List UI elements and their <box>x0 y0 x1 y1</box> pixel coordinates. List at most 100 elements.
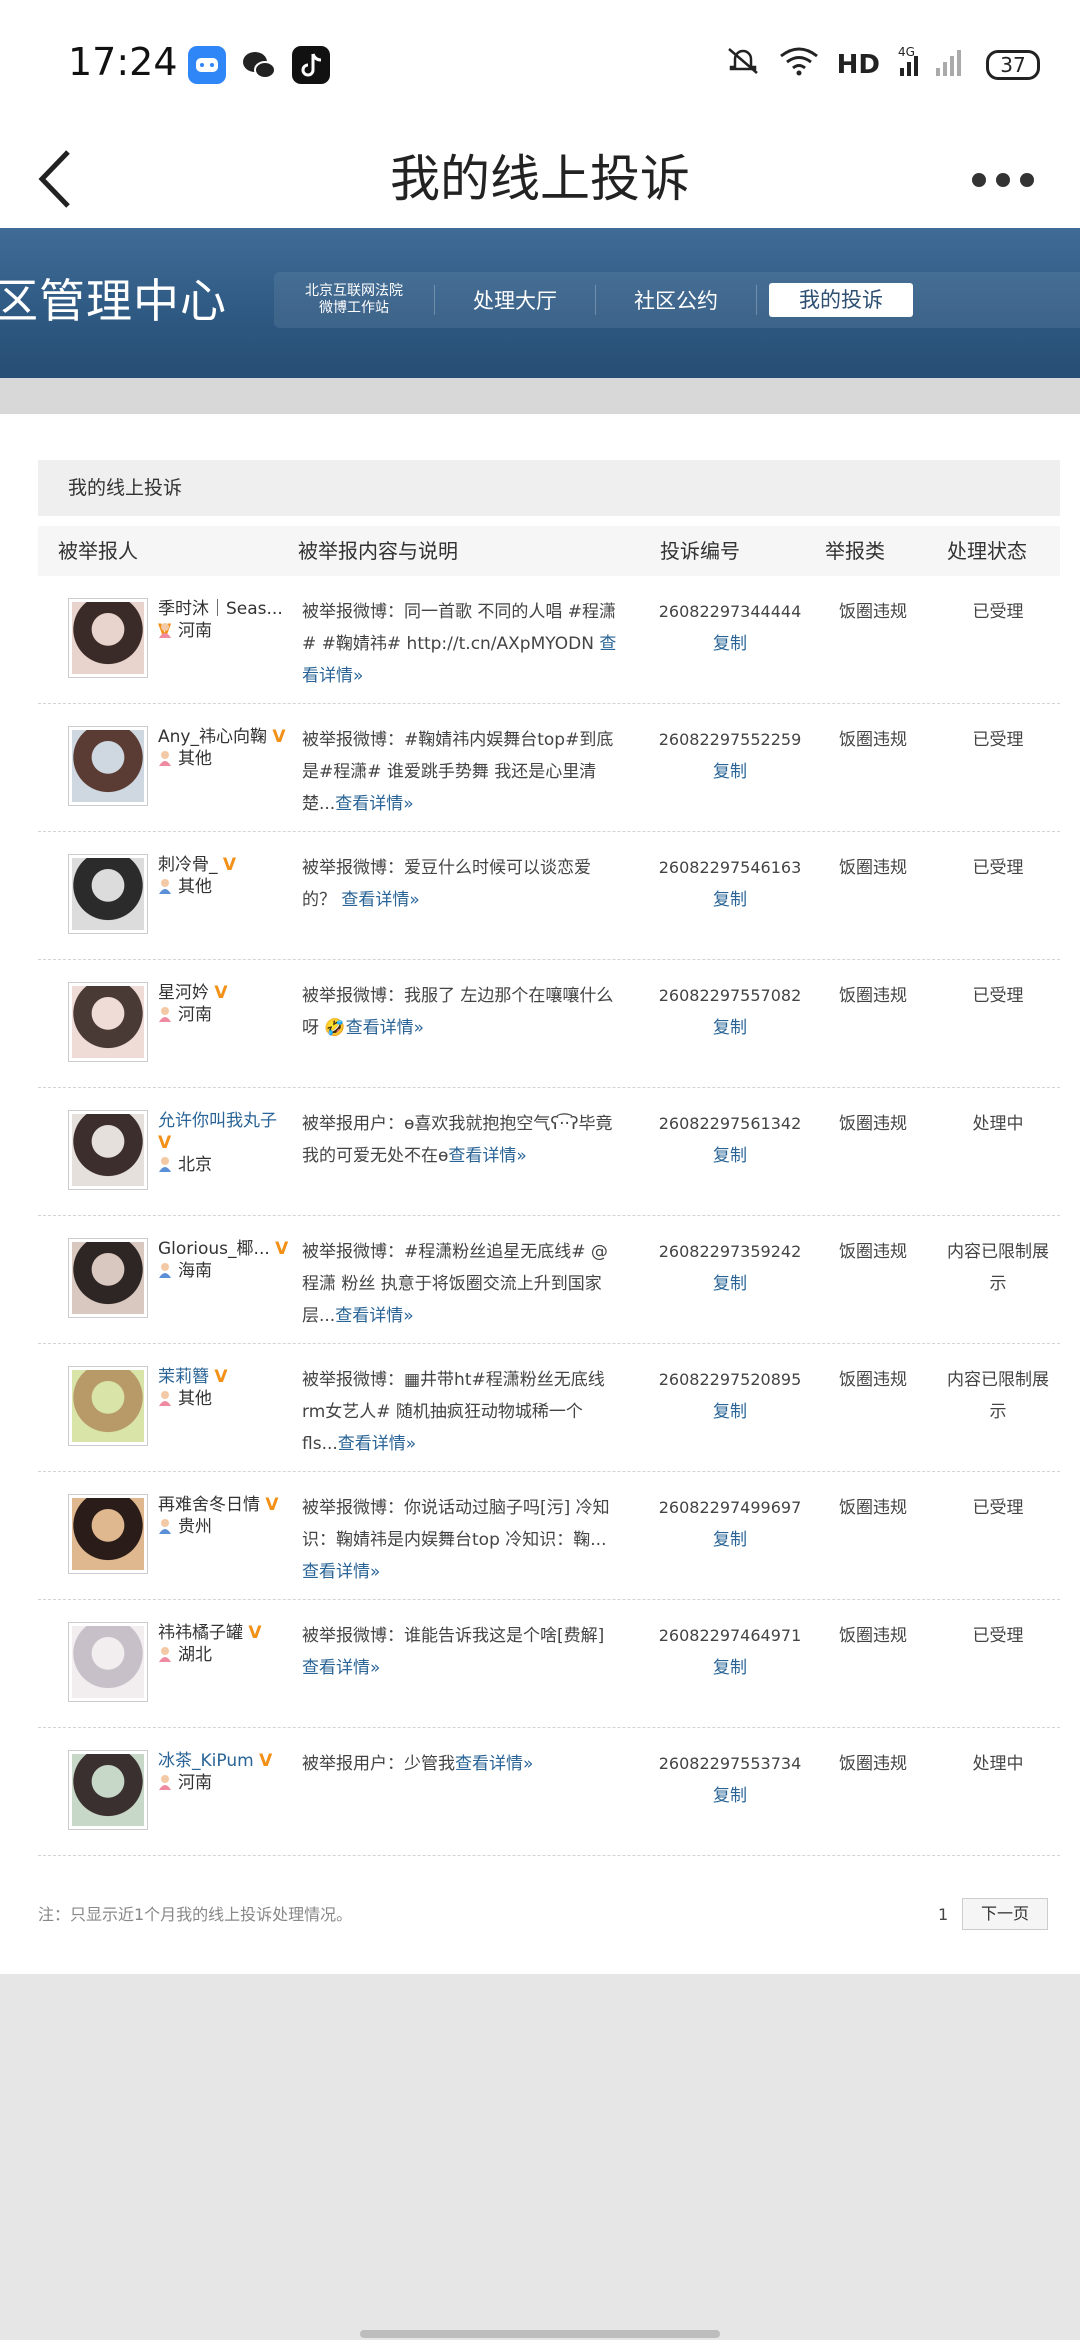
user-location: 其他 <box>158 748 212 770</box>
complaint-category: 饭圈违规 <box>839 730 907 750</box>
user-name-text[interactable]: 再难舍冬日情 <box>158 1495 260 1515</box>
nav-divider <box>756 285 757 315</box>
complaint-category: 饭圈违规 <box>839 1626 907 1646</box>
avatar[interactable] <box>68 726 148 806</box>
view-details-link[interactable]: 查看详情» <box>341 890 419 910</box>
reported-user-name[interactable]: 再难舍冬日情 V <box>158 1494 293 1516</box>
view-details-link[interactable]: 查看详情» <box>338 1434 416 1454</box>
complaint-content: 被举报微博：同一首歌 不同的人唱 #程潇# #鞠婧祎# http://t.cn/… <box>302 596 620 692</box>
complaint-number: 26082297553734 <box>658 1754 802 1773</box>
wechat-icon <box>240 46 278 84</box>
reported-user-name[interactable]: Any_祎心向鞠 V <box>158 726 293 748</box>
nav-court-line1: 北京互联网法院 <box>305 283 403 299</box>
view-details-link[interactable]: 查看详情» <box>455 1754 533 1774</box>
reported-user-name[interactable]: 允许你叫我丸子 V <box>158 1110 293 1154</box>
copy-button[interactable]: 复制 <box>630 756 830 788</box>
user-name-text[interactable]: 祎祎橘子罐 <box>158 1623 243 1643</box>
male-user-icon <box>158 1262 172 1278</box>
nav-my-complaints[interactable]: 我的投诉 <box>769 283 913 317</box>
avatar[interactable] <box>68 1750 148 1830</box>
user-name-text[interactable]: 冰茶_KiPum <box>158 1751 254 1771</box>
avatar[interactable] <box>68 1622 148 1702</box>
user-name-text[interactable]: 刺冷骨_ <box>158 855 218 875</box>
more-options-icon[interactable] <box>972 160 1052 200</box>
copy-button[interactable]: 复制 <box>630 884 830 916</box>
avatar[interactable] <box>68 854 148 934</box>
user-location: 海南 <box>158 1260 212 1282</box>
view-details-link[interactable]: 查看详情» <box>448 1146 526 1166</box>
copy-button[interactable]: 复制 <box>630 1652 830 1684</box>
nav-court-workstation[interactable]: 北京互联网法院 微博工作站 <box>274 283 434 317</box>
copy-button[interactable]: 复制 <box>630 628 830 660</box>
copy-button[interactable]: 复制 <box>630 1780 830 1812</box>
copy-button[interactable]: 复制 <box>630 1140 830 1172</box>
copy-button[interactable]: 复制 <box>630 1396 830 1428</box>
verified-badge-icon: V <box>222 855 237 875</box>
female-user-icon <box>158 750 172 766</box>
verified-badge-icon: V <box>259 1751 273 1771</box>
table-row: 刺冷骨_ V 其他 被举报微博：爱豆什么时候可以谈恋爱的？ 查看详情» 2608… <box>38 832 1060 960</box>
female-user-icon <box>158 1006 172 1022</box>
view-details-link[interactable]: 查看详情» <box>302 1658 380 1678</box>
location-text: 河南 <box>178 621 212 641</box>
complaint-number: 26082297557082 <box>658 986 802 1005</box>
female-user-icon <box>158 1390 172 1406</box>
reported-user-name[interactable]: 茉莉簪 V <box>158 1366 293 1388</box>
back-icon[interactable] <box>34 130 94 228</box>
complaint-content: 被举报微博：#程潇粉丝追星无底线# @程潇 粉丝 执意于将饭圈交流上升到国家层.… <box>302 1236 620 1332</box>
complaint-content: 被举报微博：▦井带ht#程潇粉丝无底线rm女艺人# 随机抽疯狂动物城稀一个 fl… <box>302 1364 620 1460</box>
avatar[interactable] <box>68 598 148 678</box>
user-location: 北京 <box>158 1154 212 1176</box>
user-name-text[interactable]: 允许你叫我丸子 <box>158 1111 277 1131</box>
reported-user-name[interactable]: Glorious_椰... V <box>158 1238 293 1260</box>
user-name-text[interactable]: 季时沐｜Seas... <box>158 599 283 619</box>
content-text: 被举报微博：你说话动过脑子吗[污] 冷知识：鞠婧祎是内娱舞台top 冷知识：鞠.… <box>302 1498 610 1550</box>
page-number[interactable]: 1 <box>938 1902 948 1928</box>
complaint-number: 26082297552259 <box>658 730 802 749</box>
header-status: 处理状态 <box>947 539 1027 563</box>
avatar[interactable] <box>68 1110 148 1190</box>
complaint-category: 饭圈违规 <box>839 1754 907 1774</box>
user-name-text[interactable]: Glorious_椰... <box>158 1239 270 1259</box>
avatar[interactable] <box>68 1366 148 1446</box>
copy-button[interactable]: 复制 <box>630 1524 830 1556</box>
home-indicator[interactable] <box>360 2330 720 2338</box>
male-user-icon <box>158 1518 172 1534</box>
female-user-icon <box>158 1774 172 1790</box>
complaint-category: 饭圈违规 <box>839 1498 907 1518</box>
next-page-button[interactable]: 下一页 <box>962 1898 1048 1930</box>
view-details-link[interactable]: 查看详情» <box>335 1306 413 1326</box>
complaint-status: 已受理 <box>972 858 1024 878</box>
user-name-text[interactable]: 星河妗 <box>158 983 209 1003</box>
location-text: 河南 <box>178 1005 212 1025</box>
reported-user-name[interactable]: 冰茶_KiPum V <box>158 1750 293 1772</box>
content-panel: 我的线上投诉 被举报人 被举报内容与说明 投诉编号 举报类 处理状态 季时沐｜S… <box>0 414 1080 1974</box>
complaint-category: 饭圈违规 <box>839 986 907 1006</box>
complaint-status: 已受理 <box>972 986 1024 1006</box>
tiktok-icon <box>292 46 330 84</box>
nav-processing-hall[interactable]: 处理大厅 <box>435 285 595 315</box>
user-location: 河南 <box>158 620 212 642</box>
copy-button[interactable]: 复制 <box>630 1268 830 1300</box>
footer-note: 注：只显示近1个月我的线上投诉处理情况。 <box>38 1905 353 1924</box>
user-name-text[interactable]: 茉莉簪 <box>158 1367 209 1387</box>
view-details-link[interactable]: 查看详情» <box>302 1562 380 1582</box>
header-reported: 被举报人 <box>58 539 138 563</box>
male-user-icon <box>158 878 172 894</box>
reported-user-name[interactable]: 刺冷骨_ V <box>158 854 293 876</box>
reported-user-name[interactable]: 星河妗 V <box>158 982 293 1004</box>
header-category: 举报类 <box>825 539 885 563</box>
user-location: 河南 <box>158 1772 212 1794</box>
view-details-link[interactable]: 查看详情» <box>346 1018 424 1038</box>
view-details-link[interactable]: 查看详情» <box>335 794 413 814</box>
nav-community-convention[interactable]: 社区公约 <box>596 285 756 315</box>
user-name-text[interactable]: Any_祎心向鞠 <box>158 727 267 747</box>
avatar[interactable] <box>68 982 148 1062</box>
avatar[interactable] <box>68 1238 148 1318</box>
table-row: 祎祎橘子罐 V 湖北 被举报微博：谁能告诉我这是个啥[费解] 查看详情» 2608… <box>38 1600 1060 1728</box>
copy-button[interactable]: 复制 <box>630 1012 830 1044</box>
avatar[interactable] <box>68 1494 148 1574</box>
reported-user-name[interactable]: 祎祎橘子罐 V <box>158 1622 293 1644</box>
complaint-number: 26082297359242 <box>658 1242 802 1261</box>
nav-court-line2: 微博工作站 <box>319 300 389 316</box>
